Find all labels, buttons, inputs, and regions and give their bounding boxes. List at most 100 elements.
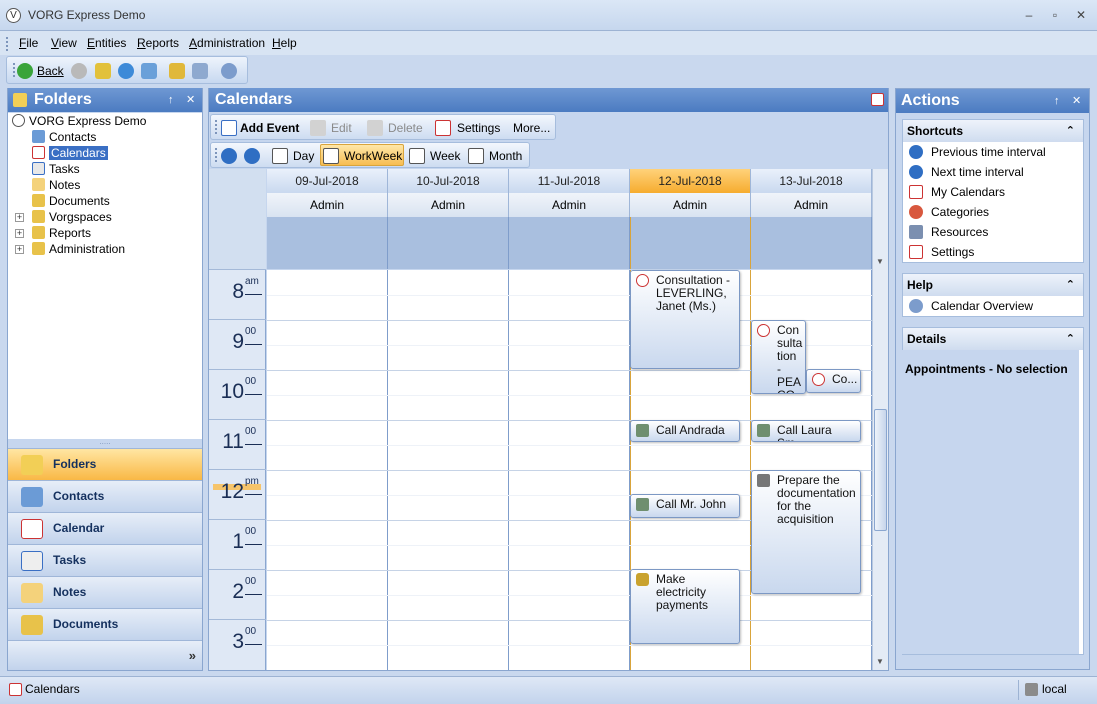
workweek-view-button[interactable]: WorkWeek — [320, 144, 404, 166]
folder-up-icon[interactable] — [95, 63, 111, 79]
tree-item-calendars[interactable]: Calendars — [32, 145, 108, 161]
pin-icon[interactable]: ↑ — [168, 88, 174, 112]
all-day-area[interactable] — [751, 217, 872, 269]
appointment[interactable]: Co... — [806, 369, 861, 393]
folders-close-icon[interactable]: ✕ — [186, 88, 195, 112]
expand-reports[interactable]: + — [15, 229, 24, 238]
nav-tasks[interactable]: Tasks — [8, 544, 202, 576]
appointment[interactable]: Consultation - LEVERLING, Janet (Ms.) — [630, 270, 740, 369]
appointment[interactable]: Call Laura Sm... — [751, 420, 861, 442]
day-view-button[interactable]: Day — [293, 149, 314, 163]
splitter[interactable]: ..... — [8, 438, 202, 447]
forward-icon[interactable] — [71, 63, 87, 79]
day-header[interactable]: 09-Jul-2018 — [267, 169, 388, 193]
help-header[interactable]: Help ⌃ — [903, 274, 1083, 296]
more-button[interactable]: More... — [513, 121, 550, 135]
nav-contacts[interactable]: Contacts — [8, 480, 202, 512]
scroll-up-icon[interactable]: ▼ — [876, 257, 884, 266]
appointment[interactable]: Con sulta tion - PEA CO... — [751, 320, 806, 394]
shortcuts-header[interactable]: Shortcuts ⌃ — [903, 120, 1083, 142]
calendar-action-toolbar: Add Event Edit Delete Settings More... — [210, 114, 556, 140]
help-icon[interactable] — [221, 63, 237, 79]
refresh-icon[interactable] — [118, 63, 134, 79]
title-bar: V VORG Express Demo – ▫ ✕ — [0, 0, 1097, 31]
appointment[interactable]: Make electricity payments — [630, 569, 740, 644]
edit-button[interactable]: Edit — [331, 121, 352, 135]
tree-item-vorgspaces[interactable]: Vorgspaces — [32, 209, 112, 225]
help-calendar-overview[interactable]: Calendar Overview — [903, 296, 1083, 316]
all-day-area[interactable] — [388, 217, 509, 269]
folder-icon — [32, 226, 45, 239]
window-title: VORG Express Demo — [28, 8, 146, 22]
next-arrow-icon[interactable] — [244, 148, 260, 164]
week-view-button[interactable]: Week — [430, 149, 460, 163]
folders-icon[interactable] — [169, 63, 185, 79]
menu-view[interactable]: View — [51, 36, 77, 50]
all-day-area[interactable] — [509, 217, 630, 269]
month-view-button[interactable]: Month — [489, 149, 522, 163]
details-title: Details — [907, 332, 947, 346]
menu-help[interactable]: Help — [272, 36, 297, 50]
shortcut-next[interactable]: Next time interval — [903, 162, 1083, 182]
collapse-icon[interactable]: ⌃ — [1066, 274, 1075, 296]
nav-notes[interactable]: Notes — [8, 576, 202, 608]
tree-item-notes[interactable]: Notes — [32, 177, 80, 193]
tree-item-documents[interactable]: Documents — [32, 193, 110, 209]
collapse-icon[interactable]: ⌃ — [1066, 328, 1075, 350]
shortcut-previous[interactable]: Previous time interval — [903, 142, 1083, 162]
tree-item-tasks[interactable]: Tasks — [32, 161, 80, 177]
actions-pin-icon[interactable]: ↑ — [1054, 89, 1060, 113]
menu-reports[interactable]: Reports — [137, 36, 179, 50]
shortcut-settings[interactable]: Settings — [903, 242, 1083, 262]
nav-calendar[interactable]: Calendar — [8, 512, 202, 544]
appointment-text: Consultation - LEVERLING, Janet (Ms.) — [656, 273, 731, 313]
close-button[interactable]: ✕ — [1070, 6, 1092, 24]
appointment[interactable]: Prepare the documentation for the acquis… — [751, 470, 861, 594]
add-event-button[interactable]: Add Event — [240, 121, 299, 135]
day-header[interactable]: 11-Jul-2018 — [509, 169, 630, 193]
collapse-icon[interactable]: ⌃ — [1066, 120, 1075, 142]
home-icon[interactable] — [141, 63, 157, 79]
day-header-today[interactable]: 12-Jul-2018 — [630, 169, 751, 193]
expand-vorgspaces[interactable]: + — [15, 213, 24, 222]
settings-button[interactable]: Settings — [457, 121, 500, 135]
menu-entities[interactable]: Entities — [87, 36, 126, 50]
scroll-down-icon[interactable]: ▼ — [876, 657, 884, 666]
vertical-scrollbar[interactable]: ▼ ▼ — [872, 169, 888, 670]
tree-item-contacts[interactable]: Contacts — [32, 129, 96, 145]
day-header[interactable]: 13-Jul-2018 — [751, 169, 872, 193]
all-day-area[interactable] — [630, 217, 751, 269]
nav-folders[interactable]: Folders — [8, 448, 202, 480]
menu-file[interactable]: File — [19, 36, 38, 50]
nav-more-icon[interactable]: » — [189, 648, 196, 663]
appointment[interactable]: Call Andrada — [630, 420, 740, 442]
tree-root[interactable]: VORG Express Demo — [12, 113, 146, 129]
tree-item-reports[interactable]: Reports — [32, 225, 91, 241]
app-icon: V — [6, 8, 21, 23]
status-left: Calendars — [25, 682, 80, 696]
expand-administration[interactable]: + — [15, 245, 24, 254]
hour-10: 10 00 — [209, 369, 266, 419]
shortcut-categories[interactable]: Categories — [903, 202, 1083, 222]
scroll-thumb[interactable] — [874, 409, 887, 531]
nav-label: Tasks — [53, 553, 87, 567]
back-button[interactable]: Back — [37, 64, 64, 78]
shortcut-resources[interactable]: Resources — [903, 222, 1083, 242]
grid-line — [267, 295, 872, 296]
tree-item-administration[interactable]: Administration — [32, 241, 125, 257]
day-header[interactable]: 10-Jul-2018 — [388, 169, 509, 193]
nav-documents[interactable]: Documents — [8, 608, 202, 640]
appointment-text: Call Laura Sm... — [777, 423, 832, 442]
appointment[interactable]: Call Mr. John -... — [630, 494, 740, 518]
actions-close-icon[interactable]: ✕ — [1072, 89, 1081, 113]
menu-administration[interactable]: Administration — [189, 36, 265, 50]
back-icon[interactable] — [17, 63, 33, 79]
maximize-button[interactable]: ▫ — [1044, 6, 1066, 24]
layout-icon[interactable] — [192, 63, 208, 79]
minimize-button[interactable]: – — [1018, 6, 1040, 24]
details-header[interactable]: Details ⌃ — [903, 328, 1083, 350]
shortcut-my-calendars[interactable]: My Calendars — [903, 182, 1083, 202]
all-day-area[interactable] — [267, 217, 388, 269]
delete-button[interactable]: Delete — [388, 121, 423, 135]
previous-arrow-icon[interactable] — [221, 148, 237, 164]
